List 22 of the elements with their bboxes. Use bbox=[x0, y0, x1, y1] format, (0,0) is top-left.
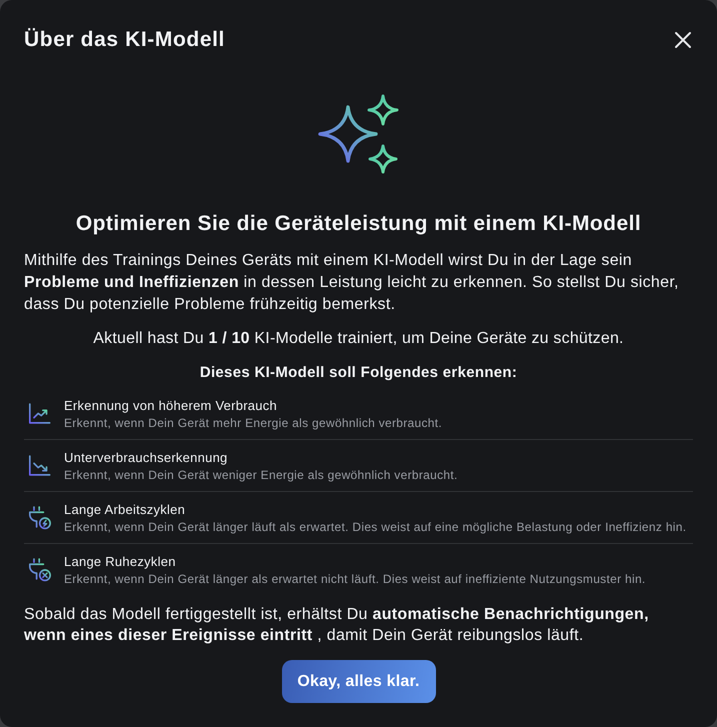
confirm-button[interactable]: Okay, alles klar. bbox=[282, 660, 436, 703]
trend-up-chart-icon bbox=[28, 402, 52, 426]
sparkles-icon bbox=[318, 93, 400, 175]
progress-text: Aktuell hast Du 1 / 10 KI-Modelle trainiert, um Deine Geräte zu schützen. bbox=[92, 329, 625, 349]
feature-description: Erkennt, wenn Dein Gerät länger läuft als erwartet. Dies weist auf eine mögliche Belastung oder Ineffizienz hin. bbox=[64, 518, 686, 536]
plug-lightning-icon bbox=[28, 506, 52, 530]
plug-x-icon bbox=[28, 558, 52, 582]
feature-description: Erkennt, wenn Dein Gerät weniger Energie als gewöhnlich verbraucht. bbox=[64, 466, 458, 484]
close-button[interactable] bbox=[673, 30, 693, 50]
headline: Optimieren Sie die Geräteleistung mit einem KI-Modell bbox=[74, 211, 642, 237]
feature-title: Unterverbrauchserkennung bbox=[64, 448, 229, 466]
dialog-title: Über das KI-Modell bbox=[24, 27, 225, 53]
feature-title: Lange Arbeitszyklen bbox=[64, 500, 186, 518]
closing-paragraph: Sobald das Modell fertiggestellt ist, erhältst Du automatische Benachrichtigungen, wenn eines dieser Ereignisse eintritt , damit Dein Gerät reibungslos läuft. bbox=[24, 605, 650, 646]
trend-down-chart-icon bbox=[28, 454, 52, 478]
close-icon bbox=[673, 30, 693, 50]
feature-title: Erkennung von höherem Verbrauch bbox=[64, 396, 278, 414]
intro-paragraph: Mithilfe des Trainings Deines Geräts mit einem KI-Modell wirst Du in der Lage sein Probleme und Ineffizienzen in dessen Leistung leicht zu erkennen. So stellst Du sicher, dass Du potenzielle Probleme frühzeitig bemerkst. bbox=[24, 251, 680, 315]
feature-title: Lange Ruhezyklen bbox=[64, 552, 177, 570]
feature-description: Erkennt, wenn Dein Gerät mehr Energie als gewöhnlich verbraucht. bbox=[64, 414, 442, 432]
features-heading: Dieses KI-Modell soll Folgendes erkennen: bbox=[198, 363, 518, 383]
feature-description: Erkennt, wenn Dein Gerät länger als erwartet nicht läuft. Dies weist auf ineffiziente Nutzungsmuster hin. bbox=[64, 570, 646, 588]
